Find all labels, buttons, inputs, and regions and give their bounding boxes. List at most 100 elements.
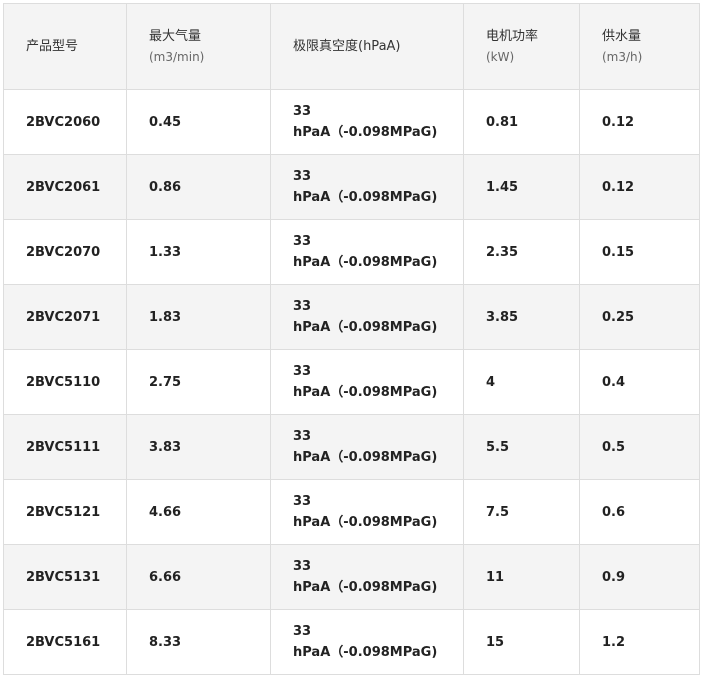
table-header: 产品型号 最大气量 (m3/min) 极限真空度(hPaA) 电机功率 (kW)… xyxy=(3,3,700,90)
cell-vacuum-vac1-text: 33 xyxy=(293,364,312,379)
header-power-label: 电机功率 xyxy=(486,28,539,44)
cell-model: 2BVC5131 xyxy=(3,544,127,610)
cell-vacuum: 33 hPaA（-0.098MPaG) xyxy=(270,544,464,610)
cell-power-power-text: 15 xyxy=(486,634,505,650)
cell-vacuum-vac2-text: hPaA（-0.098MPaG) xyxy=(293,125,438,140)
cell-water: 0.15 xyxy=(579,219,700,285)
header-water-unit: (m3/h) xyxy=(602,49,643,64)
cell-power: 2.35 xyxy=(463,219,580,285)
cell-model: 2BVC5110 xyxy=(3,349,127,415)
header-flow-unit: (m3/min) xyxy=(149,49,205,64)
cell-vacuum-vac2-text: hPaA（-0.098MPaG) xyxy=(293,645,438,660)
header-flow-label: 最大气量 xyxy=(149,28,202,44)
cell-vacuum-vac1-text: 33 xyxy=(293,169,312,184)
cell-vacuum: 33 hPaA（-0.098MPaG) xyxy=(270,414,464,480)
cell-flow-flow-text: 3.83 xyxy=(149,439,182,455)
cell-flow: 6.66 xyxy=(126,544,271,610)
cell-model: 2BVC2070 xyxy=(3,219,127,285)
cell-power-power-text: 11 xyxy=(486,569,505,585)
cell-model: 2BVC2071 xyxy=(3,284,127,350)
cell-vacuum-vac1-text: 33 xyxy=(293,104,312,119)
table-row: 2BVC2071 1.83 33 hPaA（-0.098MPaG) 3.85 0.25 xyxy=(3,284,700,350)
cell-model: 2BVC2061 xyxy=(3,154,127,220)
header-power: 电机功率 (kW) xyxy=(463,3,580,90)
cell-model: 2BVC2060 xyxy=(3,89,127,155)
cell-flow: 8.33 xyxy=(126,609,271,675)
cell-power: 0.81 xyxy=(463,89,580,155)
table-row: 2BVC5121 4.66 33 hPaA（-0.098MPaG) 7.5 0.6 xyxy=(3,479,700,545)
cell-water: 1.2 xyxy=(579,609,700,675)
cell-vacuum-vac2-text: hPaA（-0.098MPaG) xyxy=(293,450,438,465)
header-row: 产品型号 最大气量 (m3/min) 极限真空度(hPaA) 电机功率 (kW)… xyxy=(3,3,700,90)
table-row: 2BVC5111 3.83 33 hPaA（-0.098MPaG) 5.5 0.5 xyxy=(3,414,700,480)
cell-flow-flow-text: 0.45 xyxy=(149,114,182,130)
cell-model-model-text: 2BVC5161 xyxy=(26,634,101,650)
cell-vacuum-vac2-text: hPaA（-0.098MPaG) xyxy=(293,580,438,595)
cell-power-power-text: 3.85 xyxy=(486,309,519,325)
header-vacuum: 极限真空度(hPaA) xyxy=(270,3,464,90)
cell-flow-flow-text: 6.66 xyxy=(149,569,182,585)
cell-flow: 0.86 xyxy=(126,154,271,220)
cell-vacuum-vac2-text: hPaA（-0.098MPaG) xyxy=(293,515,438,530)
header-model: 产品型号 xyxy=(3,3,127,90)
header-vacuum-label: 极限真空度(hPaA) xyxy=(293,38,401,54)
cell-flow: 2.75 xyxy=(126,349,271,415)
cell-flow: 0.45 xyxy=(126,89,271,155)
table-body: 2BVC2060 0.45 33 hPaA（-0.098MPaG) 0.81 0.12 2B… xyxy=(3,89,700,675)
cell-model-model-text: 2BVC5110 xyxy=(26,374,101,390)
cell-water-water-text: 1.2 xyxy=(602,634,626,650)
cell-flow-flow-text: 1.33 xyxy=(149,244,182,260)
cell-power: 4 xyxy=(463,349,580,415)
cell-water: 0.12 xyxy=(579,154,700,220)
cell-water: 0.5 xyxy=(579,414,700,480)
table-row: 2BVC2070 1.33 33 hPaA（-0.098MPaG) 2.35 0.15 xyxy=(3,219,700,285)
cell-water: 0.6 xyxy=(579,479,700,545)
cell-flow-flow-text: 8.33 xyxy=(149,634,182,650)
cell-vacuum-vac1-text: 33 xyxy=(293,299,312,314)
table-row: 2BVC5161 8.33 33 hPaA（-0.098MPaG) 15 1.2 xyxy=(3,609,700,675)
cell-power-power-text: 0.81 xyxy=(486,114,519,130)
header-flow: 最大气量 (m3/min) xyxy=(126,3,271,90)
cell-water-water-text: 0.12 xyxy=(602,114,635,130)
table-row: 2BVC2061 0.86 33 hPaA（-0.098MPaG) 1.45 0.12 xyxy=(3,154,700,220)
cell-model-model-text: 2BVC2070 xyxy=(26,244,101,260)
header-model-label: 产品型号 xyxy=(26,38,79,54)
cell-water-water-text: 0.12 xyxy=(602,179,635,195)
cell-flow: 4.66 xyxy=(126,479,271,545)
table-row: 2BVC5131 6.66 33 hPaA（-0.098MPaG) 11 0.9 xyxy=(3,544,700,610)
cell-flow-flow-text: 0.86 xyxy=(149,179,182,195)
spec-table: 产品型号 最大气量 (m3/min) 极限真空度(hPaA) 电机功率 (kW)… xyxy=(3,3,700,675)
cell-model: 2BVC5111 xyxy=(3,414,127,480)
cell-vacuum-vac1-text: 33 xyxy=(293,559,312,574)
cell-power: 3.85 xyxy=(463,284,580,350)
cell-water-water-text: 0.5 xyxy=(602,439,626,455)
cell-flow-flow-text: 4.66 xyxy=(149,504,182,520)
cell-vacuum-vac2-text: hPaA（-0.098MPaG) xyxy=(293,190,438,205)
cell-water-water-text: 0.9 xyxy=(602,569,626,585)
cell-power-power-text: 1.45 xyxy=(486,179,519,195)
cell-vacuum: 33 hPaA（-0.098MPaG) xyxy=(270,609,464,675)
cell-water-water-text: 0.15 xyxy=(602,244,635,260)
cell-vacuum: 33 hPaA（-0.098MPaG) xyxy=(270,89,464,155)
cell-model-model-text: 2BVC2061 xyxy=(26,179,101,195)
cell-power-power-text: 4 xyxy=(486,374,496,390)
cell-vacuum-vac1-text: 33 xyxy=(293,429,312,444)
cell-power: 5.5 xyxy=(463,414,580,480)
cell-water: 0.12 xyxy=(579,89,700,155)
header-water: 供水量 (m3/h) xyxy=(579,3,700,90)
cell-flow: 3.83 xyxy=(126,414,271,480)
cell-model-model-text: 2BVC2060 xyxy=(26,114,101,130)
cell-model: 2BVC5161 xyxy=(3,609,127,675)
cell-vacuum: 33 hPaA（-0.098MPaG) xyxy=(270,479,464,545)
cell-vacuum-vac2-text: hPaA（-0.098MPaG) xyxy=(293,320,438,335)
cell-power: 1.45 xyxy=(463,154,580,220)
cell-power: 15 xyxy=(463,609,580,675)
cell-water: 0.9 xyxy=(579,544,700,610)
cell-flow-flow-text: 2.75 xyxy=(149,374,182,390)
cell-vacuum: 33 hPaA（-0.098MPaG) xyxy=(270,154,464,220)
table-row: 2BVC5110 2.75 33 hPaA（-0.098MPaG) 4 0.4 xyxy=(3,349,700,415)
table-row: 2BVC2060 0.45 33 hPaA（-0.098MPaG) 0.81 0.12 xyxy=(3,89,700,155)
cell-vacuum: 33 hPaA（-0.098MPaG) xyxy=(270,284,464,350)
cell-vacuum-vac1-text: 33 xyxy=(293,624,312,639)
cell-model-model-text: 2BVC5111 xyxy=(26,439,101,455)
